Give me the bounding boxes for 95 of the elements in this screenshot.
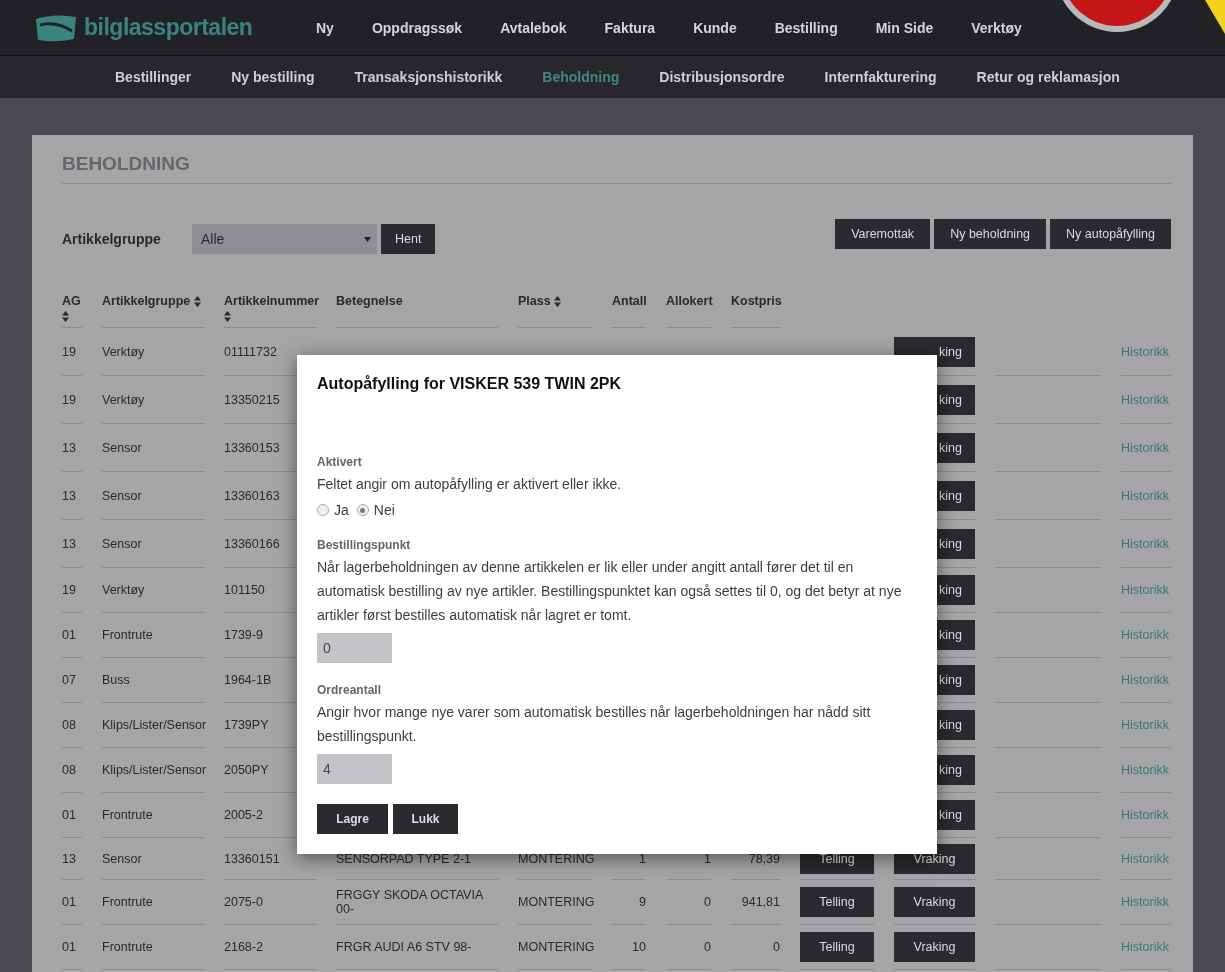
table-cell: Verktøy <box>102 328 204 376</box>
table-cell: 13 <box>62 472 82 520</box>
radio-label[interactable]: Ja <box>334 502 349 518</box>
table-cell: 0 <box>731 925 780 970</box>
field-label: Aktivert <box>317 455 363 469</box>
table-cell: Verktøy <box>102 376 204 424</box>
table-cell: 08 <box>62 748 82 793</box>
table-cell: 10 <box>612 925 646 970</box>
nav-link[interactable]: Kunde <box>693 19 737 36</box>
table-cell: 13 <box>62 424 82 472</box>
number-field[interactable]: 0 <box>317 633 392 663</box>
nav-link[interactable]: Faktura <box>604 19 656 36</box>
radio-label[interactable]: Nei <box>373 502 395 518</box>
field-help: Angir hvor mange nye varer som automatisk bestilles når lagerbeholdningen har nådd sitt bestillingspunkt. <box>317 703 872 746</box>
nav-link[interactable]: Oppdragssøk <box>371 19 463 36</box>
table-cell: 9 <box>612 880 646 925</box>
column-header[interactable]: AG <box>62 294 82 328</box>
action-button[interactable]: Varemottak <box>835 219 931 249</box>
action-button[interactable]: Ny autopåfylling <box>1050 219 1171 249</box>
nav-link[interactable]: Ny <box>316 19 334 36</box>
table-cell: 13 <box>62 838 82 880</box>
logo-text: bilglassportalen <box>84 14 253 41</box>
field-help: Når lagerbeholdningen av denne artikkelen er lik eller under angitt antall fører det til en automatisk bestilling av nye artikler. Bestillingspunktet kan også settes til 0, og det betyr at nye artikler først bestilles automatisk når lagret er tomt. <box>317 558 903 625</box>
column-header[interactable]: Plass <box>518 294 592 328</box>
subnav-tab[interactable]: Ny bestilling <box>231 69 315 85</box>
table-cell: 19 <box>62 328 82 376</box>
table-cell: Sensor <box>102 838 204 880</box>
subnav-tab[interactable]: Bestillinger <box>115 69 192 85</box>
number-field[interactable]: 4 <box>317 754 392 784</box>
table-cell: MONTERING <box>518 880 592 925</box>
table-cell: Frontrute <box>102 793 204 838</box>
sort-icon[interactable] <box>224 311 231 323</box>
table-cell: 13 <box>62 520 82 568</box>
table-cell: Frontrute <box>102 613 204 658</box>
table-cell: 2075-0 <box>224 880 316 925</box>
table-cell: Klips/Lister/Sensor <box>102 703 204 748</box>
table-cell: Sensor <box>102 424 204 472</box>
sort-icon[interactable] <box>193 296 201 308</box>
table-cell: Sensor <box>102 472 204 520</box>
column-header: Allokert <box>666 294 711 328</box>
logo-icon <box>34 12 78 43</box>
table-cell: 2168-2 <box>224 925 316 970</box>
count-button[interactable]: Telling <box>800 887 874 917</box>
group-select[interactable]: Alle <box>192 224 377 254</box>
table-cell: 01 <box>62 925 82 970</box>
field-label: Bestillingspunkt <box>317 538 412 552</box>
table-cell: Buss <box>102 658 204 703</box>
table-cell: Klips/Lister/Sensor <box>102 748 204 793</box>
subnav-tab[interactable]: Transaksjonshistorikk <box>354 69 503 85</box>
dialog-button[interactable]: Lagre <box>317 804 388 834</box>
column-header: Antall <box>612 294 646 328</box>
nav-link[interactable]: Bestilling <box>774 19 838 36</box>
scrap-button[interactable]: Vraking <box>894 887 975 917</box>
column-header[interactable]: Artikkelgruppe <box>102 294 204 328</box>
column-header: Betegnelse <box>336 294 498 328</box>
table-cell: 08 <box>62 703 82 748</box>
table-cell: Frontrute <box>102 880 204 925</box>
page-title: BEHOLDNING <box>62 153 1171 184</box>
radio-button[interactable] <box>356 504 369 516</box>
table-cell: 01 <box>62 793 82 838</box>
table-cell: 07 <box>62 658 82 703</box>
dialog-button[interactable]: Lukk <box>393 804 458 834</box>
table-cell: FRGGY SKODA OCTAVIA 00- <box>336 880 498 925</box>
filter-label: Artikkelgruppe <box>62 231 162 247</box>
table-cell: FRGR AUDI A6 STV 98- <box>336 925 498 970</box>
sort-icon[interactable] <box>554 296 562 308</box>
subnav-tab[interactable]: Retur og reklamasjon <box>976 69 1120 85</box>
column-header: Kostpris <box>731 294 780 328</box>
field-help: Feltet angir om autopåfylling er aktivert eller ikke. <box>317 475 623 494</box>
subnav-tab[interactable]: Beholdning <box>542 69 620 85</box>
table-cell: 0 <box>666 925 711 970</box>
table-cell: Verktøy <box>102 568 204 613</box>
dialog-title: Autopåfylling for VISKER 539 TWIN 2PK <box>317 375 623 393</box>
table-cell: 19 <box>62 568 82 613</box>
table-cell: 19 <box>62 376 82 424</box>
action-button[interactable]: Ny beholdning <box>934 219 1047 249</box>
table-cell: 0 <box>666 880 711 925</box>
caret-icon <box>364 236 371 242</box>
table-cell: 01 <box>62 613 82 658</box>
table-cell: Frontrute <box>102 925 204 970</box>
sort-icon[interactable] <box>62 311 69 323</box>
field-label: Ordreantall <box>317 683 383 697</box>
scrap-button[interactable]: Vraking <box>894 932 975 962</box>
nav-link[interactable]: Avtalebok <box>500 19 567 36</box>
table-cell: 01 <box>62 880 82 925</box>
table-cell: MONTERING <box>518 925 592 970</box>
fetch-button[interactable]: Hent <box>381 224 436 254</box>
subnav-tab[interactable]: Internfakturering <box>824 69 937 85</box>
count-button[interactable]: Telling <box>800 932 874 962</box>
subnav-tab[interactable]: Distribusjonsordre <box>659 69 785 85</box>
nav-link[interactable]: Min Side <box>875 19 934 36</box>
table-cell: Sensor <box>102 520 204 568</box>
nav-link[interactable]: Verktøy <box>971 19 1022 36</box>
radio-button[interactable] <box>317 504 329 516</box>
table-cell: 941,81 <box>731 880 780 925</box>
